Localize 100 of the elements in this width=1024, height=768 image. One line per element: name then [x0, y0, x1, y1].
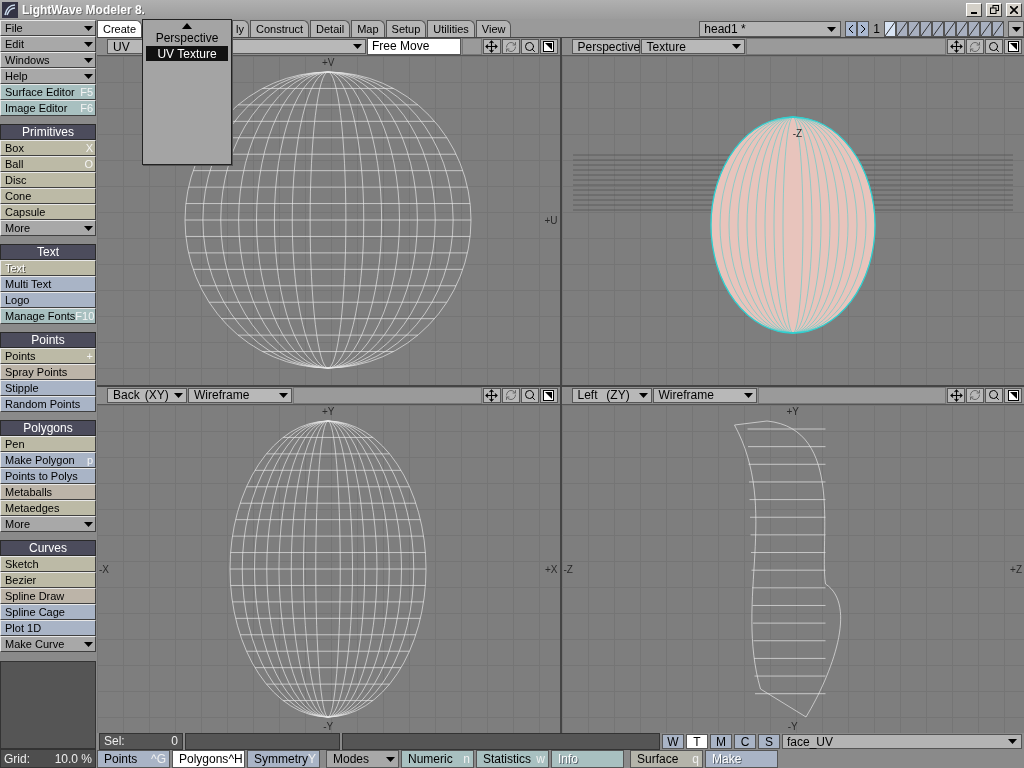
tab[interactable]: Setup — [385, 20, 427, 37]
menu-dropdown[interactable]: Help — [0, 68, 96, 84]
tab[interactable]: View — [475, 20, 512, 37]
axis-label: -X — [99, 563, 109, 575]
tool-button[interactable]: Spline Draw — [0, 588, 96, 604]
view-type-dropdown[interactable]: Back (XY) — [107, 387, 187, 403]
tab[interactable]: Construct — [250, 20, 310, 37]
object-dropdown[interactable]: head1 * — [699, 21, 842, 37]
layer-button[interactable] — [884, 21, 896, 37]
mode-button[interactable]: Modes — [326, 750, 399, 768]
group-header: Primitives — [0, 124, 96, 140]
tool-button[interactable]: Bezier — [0, 572, 96, 588]
mode-button[interactable]: SymmetryY — [247, 750, 320, 768]
mode-button[interactable]: Polygons^H — [172, 750, 245, 768]
tool-button[interactable]: More — [0, 220, 96, 236]
view-type-dropdown[interactable]: Perspective — [571, 39, 640, 54]
tab[interactable]: Create — [97, 20, 143, 37]
tool-button[interactable]: Manage FontsF10 — [0, 308, 96, 324]
zoom-view-button[interactable] — [985, 39, 1003, 54]
tool-button[interactable]: Random Points — [0, 396, 96, 412]
maximize-view-button[interactable] — [539, 39, 558, 54]
move-view-button[interactable] — [947, 387, 965, 403]
next-layer-button[interactable] — [857, 21, 870, 37]
vmap-type-button[interactable]: C — [734, 734, 756, 749]
layer-button[interactable] — [968, 21, 980, 37]
layer-button[interactable] — [920, 21, 932, 37]
tool-button[interactable]: Metaedges — [0, 500, 96, 516]
tool-button[interactable]: Make Polygon p — [0, 452, 96, 468]
maximize-view-button[interactable] — [1004, 39, 1022, 54]
menu-dropdown[interactable]: File — [0, 20, 96, 36]
tab[interactable]: Map — [351, 20, 385, 37]
rotate-view-button[interactable] — [501, 387, 520, 403]
layer-button[interactable] — [956, 21, 968, 37]
render-mode-dropdown[interactable]: Texture — [640, 39, 745, 54]
menu-dropdown[interactable]: Edit — [0, 36, 96, 52]
mode-button[interactable]: Statistics w — [476, 750, 549, 768]
action-field[interactable]: Free Move — [367, 38, 461, 55]
tool-button[interactable]: Ball O — [0, 156, 96, 172]
zoom-view-button[interactable] — [520, 39, 539, 54]
move-view-button[interactable] — [482, 387, 501, 403]
tool-button[interactable]: Stipple — [0, 380, 96, 396]
tool-button[interactable]: Box X — [0, 140, 96, 156]
viewport-canvas[interactable]: +Y -Z +Z -Y — [561, 404, 1024, 733]
layer-button[interactable] — [908, 21, 920, 37]
vmap-type-button[interactable]: W — [662, 734, 684, 749]
tool-button[interactable]: Sketch — [0, 556, 96, 572]
tool-button[interactable]: Cone — [0, 188, 96, 204]
rotate-view-button[interactable] — [501, 39, 520, 54]
mode-button[interactable]: Points ^G — [97, 750, 170, 768]
tab[interactable]: Detail — [310, 20, 351, 37]
menu-item[interactable]: UV Texture — [146, 46, 228, 61]
minimize-button[interactable] — [966, 2, 982, 17]
layer-number: 1 — [872, 21, 881, 37]
render-mode-dropdown[interactable]: Wireframe — [652, 387, 757, 403]
close-button[interactable] — [1006, 2, 1022, 17]
zoom-view-button[interactable] — [520, 387, 539, 403]
chevron-right-icon — [860, 24, 867, 34]
move-view-button[interactable] — [947, 39, 965, 54]
layer-menu-button[interactable] — [1008, 21, 1024, 37]
previous-layer-button[interactable] — [845, 21, 858, 37]
mode-button[interactable]: Numeric n — [401, 750, 474, 768]
editor-button[interactable]: Image Editor F6 — [0, 100, 96, 116]
tool-button[interactable]: More — [0, 516, 96, 532]
menu-dropdown[interactable]: Windows — [0, 52, 96, 68]
vmap-type-button[interactable]: T — [686, 734, 708, 749]
layer-button[interactable] — [932, 21, 944, 37]
maximize-view-button[interactable] — [1004, 387, 1022, 403]
tool-button[interactable]: Capsule — [0, 204, 96, 220]
viewport-canvas[interactable]: -Z — [561, 56, 1024, 385]
tool-button[interactable]: Spline Cage — [0, 604, 96, 620]
tool-button[interactable]: Pen — [0, 436, 96, 452]
render-mode-dropdown[interactable]: Wireframe — [188, 387, 292, 403]
tool-button[interactable]: Points + — [0, 348, 96, 364]
vmap-type-button[interactable]: S — [758, 734, 780, 749]
zoom-view-button[interactable] — [985, 387, 1003, 403]
tool-button[interactable]: Logo — [0, 292, 96, 308]
rotate-view-button[interactable] — [966, 387, 984, 403]
viewport-canvas[interactable]: +Y -X +X -Y — [97, 404, 560, 733]
tool-button[interactable]: Metaballs — [0, 484, 96, 500]
tool-button[interactable]: Disc — [0, 172, 96, 188]
tool-button[interactable]: Make Curve — [0, 636, 96, 652]
layer-button[interactable] — [980, 21, 992, 37]
mode-button[interactable]: Surface q — [630, 750, 703, 768]
restore-button[interactable] — [986, 2, 1002, 17]
vmap-dropdown[interactable]: face_UV — [782, 734, 1022, 749]
vmap-type-button[interactable]: M — [710, 734, 732, 749]
tool-button[interactable]: Spray Points — [0, 364, 96, 380]
move-view-button[interactable] — [482, 39, 501, 54]
layer-button[interactable] — [992, 21, 1004, 37]
view-type-dropdown[interactable]: Left (ZY) — [571, 387, 652, 403]
editor-button[interactable]: Surface Editor F5 — [0, 84, 96, 100]
tab[interactable]: Utilities — [427, 20, 475, 37]
maximize-view-button[interactable] — [539, 387, 558, 403]
tool-button[interactable]: Multi Text — [0, 276, 96, 292]
rotate-view-button[interactable] — [966, 39, 984, 54]
layer-button[interactable] — [896, 21, 908, 37]
tool-button[interactable]: Points to Polys — [0, 468, 96, 484]
caret-icon — [84, 73, 93, 79]
layer-button[interactable] — [944, 21, 956, 37]
tool-button[interactable]: Plot 1D — [0, 620, 96, 636]
